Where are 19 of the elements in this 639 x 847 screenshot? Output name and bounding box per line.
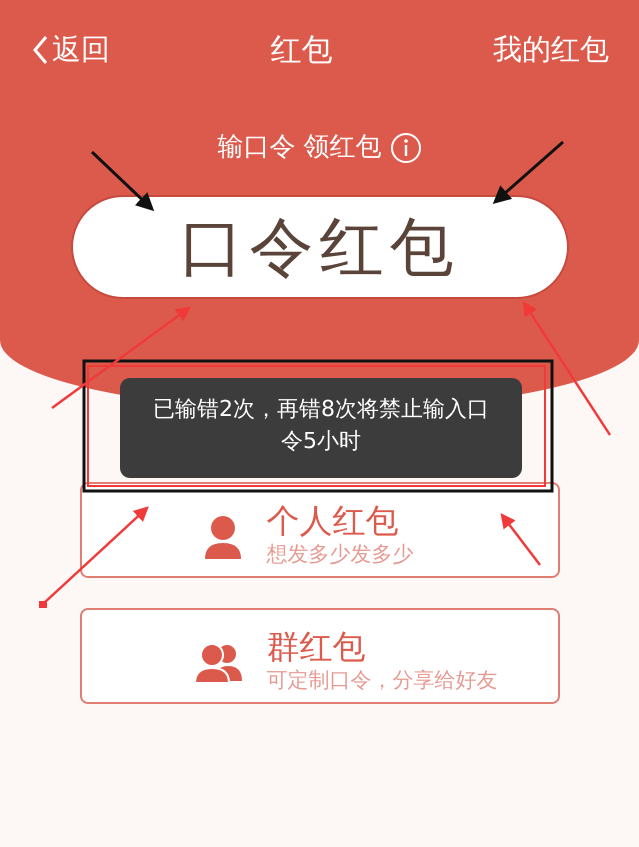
packet-option-card[interactable]: 个人红包 想发多少发多少 [80, 482, 560, 578]
group-icon [194, 643, 242, 683]
option-title: 个人红包 [266, 503, 400, 540]
page-title: 红包 [270, 30, 332, 70]
back-link[interactable]: 返回 [32, 28, 110, 72]
annotation-arrow [492, 140, 564, 204]
option-subtitle: 可定制口令，分享给好友 [266, 667, 498, 694]
back-icon [32, 35, 48, 65]
my-packets-link[interactable]: 我的红包 [493, 28, 609, 72]
info-icon[interactable] [390, 132, 422, 164]
annotation-arrow [500, 513, 541, 566]
prompt-label: 输口令 领红包 [217, 131, 382, 164]
annotation-arrow [90, 150, 154, 212]
error-toast: 已输错2次，再错8次将禁止输入口令5小时 [120, 378, 522, 478]
code-input-field[interactable]: 口令红包 [70, 195, 568, 299]
person-icon [202, 515, 242, 559]
option-title: 群红包 [266, 629, 366, 666]
option-subtitle: 想发多少发多少 [266, 541, 414, 568]
packet-option-card[interactable]: 群红包 可定制口令，分享给好友 [80, 608, 560, 704]
